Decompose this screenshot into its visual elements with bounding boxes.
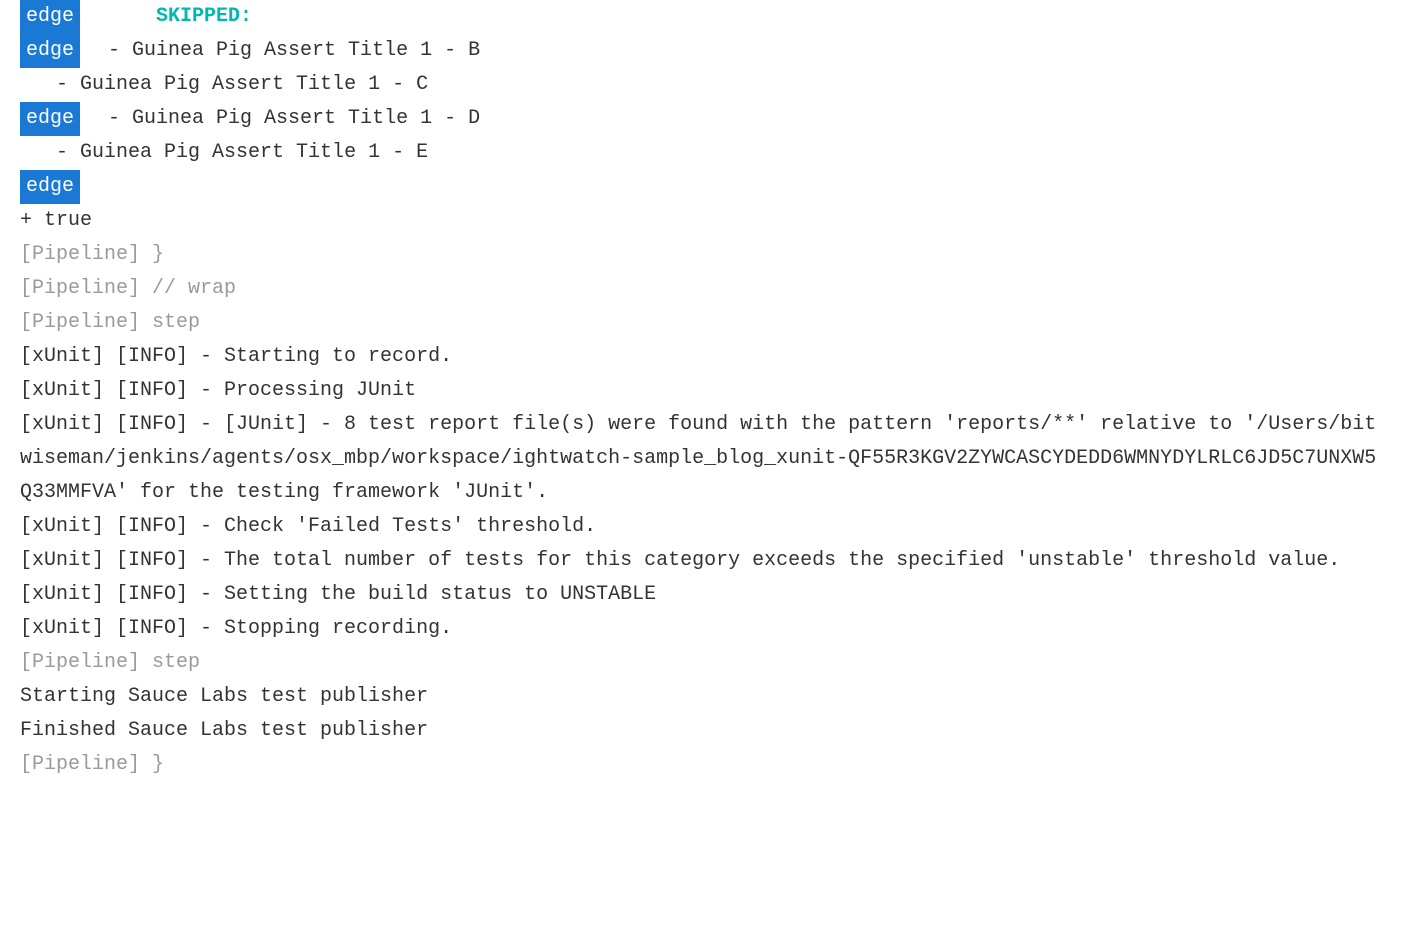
log-text: [Pipeline] step <box>20 651 200 674</box>
log-line-edge-only: edge <box>20 170 1387 204</box>
log-text: [Pipeline] } <box>20 243 164 266</box>
log-text: [xUnit] [INFO] - The total number of tes… <box>20 549 1340 572</box>
edge-badge: edge <box>20 0 80 34</box>
log-line-xunit-processing: [xUnit] [INFO] - Processing JUnit <box>20 374 1387 408</box>
log-line-sauce-start: Starting Sauce Labs test publisher <box>20 680 1387 714</box>
log-line-xunit-unstable: [xUnit] [INFO] - Setting the build statu… <box>20 578 1387 612</box>
log-line-pipeline-wrap: [Pipeline] // wrap <box>20 272 1387 306</box>
log-text: Starting Sauce Labs test publisher <box>20 685 428 708</box>
log-text: [Pipeline] } <box>20 753 164 776</box>
log-text: [xUnit] [INFO] - Check 'Failed Tests' th… <box>20 515 596 538</box>
log-line-test-e: - Guinea Pig Assert Title 1 - E <box>20 136 1387 170</box>
log-line-xunit-stop: [xUnit] [INFO] - Stopping recording. <box>20 612 1387 646</box>
log-text: Finished Sauce Labs test publisher <box>20 719 428 742</box>
log-line-sauce-finish: Finished Sauce Labs test publisher <box>20 714 1387 748</box>
log-line-pipeline-close: [Pipeline] } <box>20 238 1387 272</box>
log-line-xunit-threshold: [xUnit] [INFO] - Check 'Failed Tests' th… <box>20 510 1387 544</box>
log-text: - Guinea Pig Assert Title 1 - D <box>84 107 480 130</box>
log-text: - Guinea Pig Assert Title 1 - E <box>20 141 428 164</box>
log-line-true: + true <box>20 204 1387 238</box>
log-line-test-c: - Guinea Pig Assert Title 1 - C <box>20 68 1387 102</box>
log-line-pipeline-step-1: [Pipeline] step <box>20 306 1387 340</box>
log-text: - Guinea Pig Assert Title 1 - C <box>20 73 428 96</box>
edge-badge: edge <box>20 102 80 136</box>
log-text: [Pipeline] step <box>20 311 200 334</box>
log-line-skipped-header: edge SKIPPED: <box>20 0 1387 34</box>
edge-badge: edge <box>20 34 80 68</box>
log-text: + true <box>20 209 92 232</box>
log-line-test-b: edge - Guinea Pig Assert Title 1 - B <box>20 34 1387 68</box>
log-line-xunit-reports: [xUnit] [INFO] - [JUnit] - 8 test report… <box>20 408 1387 510</box>
log-text: [xUnit] [INFO] - Stopping recording. <box>20 617 452 640</box>
log-text: [xUnit] [INFO] - Processing JUnit <box>20 379 416 402</box>
log-text: [Pipeline] // wrap <box>20 277 236 300</box>
log-line-test-d: edge - Guinea Pig Assert Title 1 - D <box>20 102 1387 136</box>
edge-badge: edge <box>20 170 80 204</box>
log-text: [xUnit] [INFO] - Setting the build statu… <box>20 583 656 606</box>
log-line-pipeline-step-2: [Pipeline] step <box>20 646 1387 680</box>
log-line-pipeline-close-2: [Pipeline] } <box>20 748 1387 782</box>
log-line-xunit-start: [xUnit] [INFO] - Starting to record. <box>20 340 1387 374</box>
skipped-label: SKIPPED: <box>84 5 252 28</box>
log-text: [xUnit] [INFO] - [JUnit] - 8 test report… <box>20 413 1376 504</box>
log-line-xunit-exceeds: [xUnit] [INFO] - The total number of tes… <box>20 544 1387 578</box>
log-text: [xUnit] [INFO] - Starting to record. <box>20 345 452 368</box>
log-text: - Guinea Pig Assert Title 1 - B <box>84 39 480 62</box>
